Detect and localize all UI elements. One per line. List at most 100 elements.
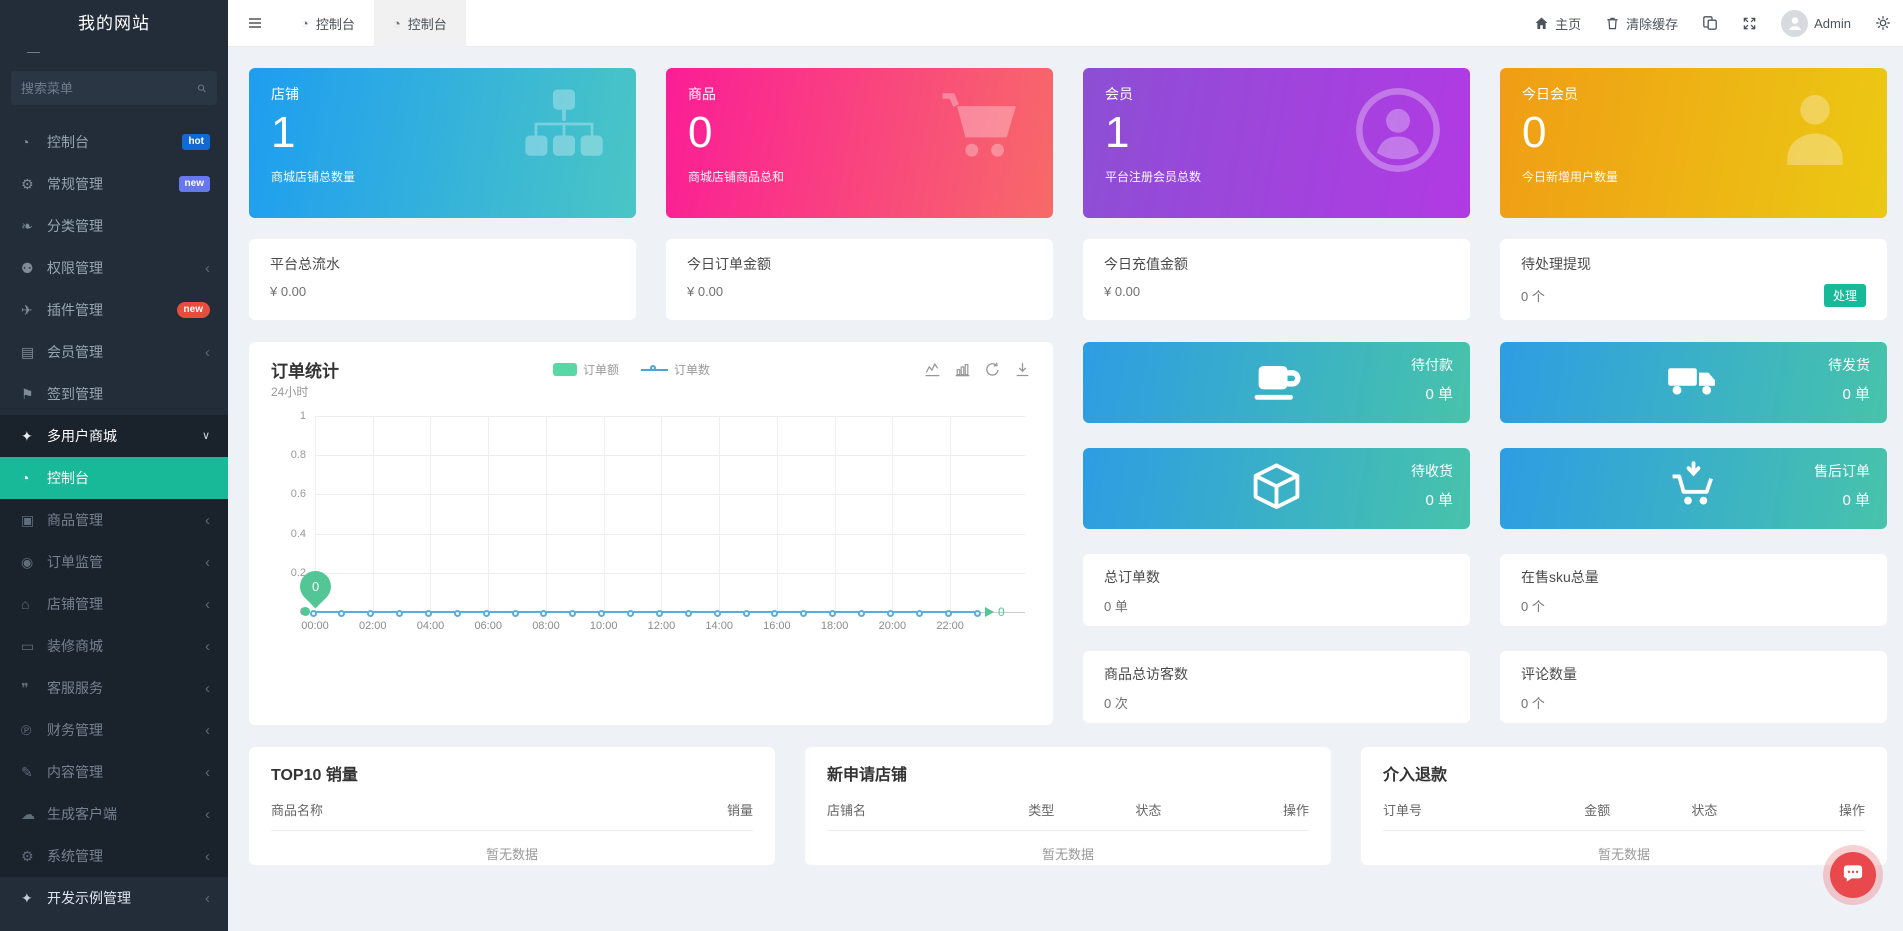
sidebar-item-checkin[interactable]: ⚑签到管理 bbox=[0, 373, 228, 415]
mini-card-value: 0 个 bbox=[1521, 596, 1866, 615]
menu-toggle-button[interactable] bbox=[228, 0, 282, 47]
right-stats-grid: 待付款0 单待发货0 单待收货0 单售后订单0 单总订单数0 单在售sku总量0… bbox=[1083, 342, 1887, 725]
stat-card-members[interactable]: 会员1平台注册会员总数 bbox=[1083, 68, 1470, 218]
sidebar-item-content[interactable]: ✎内容管理‹ bbox=[0, 751, 228, 793]
coffee-icon bbox=[1100, 397, 1453, 414]
sidebar-item-finance[interactable]: ℗财务管理‹ bbox=[0, 709, 228, 751]
sidebar-item-shop[interactable]: ⌂店铺管理‹ bbox=[0, 583, 228, 625]
sidebar-item-mall-console[interactable]: ◔控制台 bbox=[0, 457, 228, 499]
desktop-icon: ▭ bbox=[21, 638, 47, 655]
sidebar-item-general[interactable]: ⚙常规管理new bbox=[0, 163, 228, 205]
y-axis-label: 1 bbox=[300, 410, 306, 422]
money-card-value: ¥ 0.00 bbox=[270, 284, 306, 299]
money-card-title: 待处理提现 bbox=[1521, 254, 1866, 274]
table-column-header: 金额 bbox=[1544, 800, 1651, 819]
money-card-total-flow: 平台总流水¥ 0.00 bbox=[249, 239, 636, 320]
tab-console-2[interactable]: ◔ 控制台 bbox=[374, 0, 466, 47]
tab-label: 控制台 bbox=[408, 14, 447, 33]
money-card-value-row: 0 个处理 bbox=[1521, 284, 1866, 307]
sidebar-item-permission[interactable]: ⚉权限管理‹ bbox=[0, 247, 228, 289]
table-column-header: 商品名称 bbox=[271, 800, 512, 819]
translate-icon bbox=[1702, 15, 1718, 31]
sidebar-item-member[interactable]: ▤会员管理‹ bbox=[0, 331, 228, 373]
empty-placeholder: 暂无数据 bbox=[1383, 844, 1865, 863]
legend-order-amount[interactable]: 订单额 bbox=[553, 361, 619, 378]
sidebar-item-system[interactable]: ⚙系统管理‹ bbox=[0, 835, 228, 877]
list-icon: ▤ bbox=[21, 344, 47, 361]
chart-header: 订单统计 订单额 订单数 bbox=[271, 357, 1031, 382]
new-badge: new bbox=[179, 176, 210, 192]
money-card-value-row: ¥ 0.00 bbox=[270, 284, 615, 299]
sidebar-item-decorate[interactable]: ▭装修商城‹ bbox=[0, 625, 228, 667]
settings-button[interactable] bbox=[1875, 15, 1891, 31]
stat-card-shops[interactable]: 店铺1商城店铺总数量 bbox=[249, 68, 636, 218]
x-axis-label: 04:00 bbox=[408, 620, 452, 632]
x-axis-label: 12:00 bbox=[639, 620, 683, 632]
tab-console-1[interactable]: ◔ 控制台 bbox=[282, 0, 374, 47]
cloud-icon: ☁ bbox=[21, 806, 47, 823]
v-gridline bbox=[777, 416, 778, 612]
download-icon[interactable] bbox=[1014, 361, 1031, 378]
line-chart-icon[interactable] bbox=[924, 361, 941, 378]
sidebar-item-client[interactable]: ☁生成客户端‹ bbox=[0, 793, 228, 835]
chart-title: 订单统计 bbox=[271, 357, 339, 382]
dashboard-icon: ◔ bbox=[21, 134, 47, 150]
sidebar-item-dev-example[interactable]: ✦开发示例管理‹ bbox=[0, 877, 228, 919]
data-point bbox=[945, 610, 952, 617]
table-title: TOP10 销量 bbox=[271, 761, 753, 785]
home-link[interactable]: 主页 bbox=[1534, 14, 1581, 33]
data-point bbox=[425, 610, 432, 617]
sidebar-item-label: 签到管理 bbox=[47, 384, 210, 404]
admin-dashboard: { "app": { "title": "我的网站", "sidebar_das… bbox=[0, 0, 1903, 931]
sidebar-item-label: 系统管理 bbox=[47, 846, 205, 866]
sidebar-item-label: 装修商城 bbox=[47, 636, 205, 656]
money-card-value: ¥ 0.00 bbox=[687, 284, 723, 299]
v-gridline bbox=[430, 416, 431, 612]
sidebar-item-category[interactable]: ❧分类管理 bbox=[0, 205, 228, 247]
sidebar-item-label: 客服服务 bbox=[47, 678, 205, 698]
menu-search-input[interactable] bbox=[21, 81, 197, 96]
money-card-title: 今日充值金额 bbox=[1104, 254, 1449, 274]
table-title: 介入退款 bbox=[1383, 761, 1865, 785]
sidebar-item-label: 插件管理 bbox=[47, 300, 177, 320]
deal-badge[interactable]: 处理 bbox=[1824, 284, 1866, 307]
bar-chart-icon[interactable] bbox=[954, 361, 971, 378]
sidebar-item-service[interactable]: ❞客服服务‹ bbox=[0, 667, 228, 709]
mini-card-title: 总订单数 bbox=[1104, 567, 1449, 587]
sidebar-item-plugin[interactable]: ✈插件管理new bbox=[0, 289, 228, 331]
cart-return-icon bbox=[1517, 503, 1870, 520]
order-card-pending-receipt[interactable]: 待收货0 单 bbox=[1083, 448, 1470, 529]
v-gridline bbox=[892, 416, 893, 612]
trash-icon bbox=[1605, 16, 1620, 31]
v-gridline bbox=[546, 416, 547, 612]
data-point bbox=[916, 610, 923, 617]
legend-order-count[interactable]: 订单数 bbox=[641, 361, 710, 378]
table-card-new-shop-applications: 新申请店铺店铺名类型状态操作暂无数据 bbox=[805, 747, 1331, 865]
chat-button[interactable] bbox=[1830, 852, 1876, 898]
sidebar-item-console[interactable]: ◔控制台hot bbox=[0, 121, 228, 163]
empty-placeholder: 暂无数据 bbox=[271, 844, 753, 863]
sidebar-item-goods[interactable]: ▣商品管理‹ bbox=[0, 499, 228, 541]
sidebar-item-order-monitor[interactable]: ◉订单监管‹ bbox=[0, 541, 228, 583]
table-header-row: 订单号金额状态操作 bbox=[1383, 800, 1865, 831]
stat-card-today-members[interactable]: 今日会员0今日新增用户数量 bbox=[1500, 68, 1887, 218]
markline-end-value: 0 bbox=[998, 605, 1005, 619]
translate-button[interactable] bbox=[1702, 15, 1718, 31]
clear-cache-button[interactable]: 清除缓存 bbox=[1605, 14, 1678, 33]
empty-placeholder: 暂无数据 bbox=[827, 844, 1309, 863]
middle-section: 订单统计 订单额 订单数 bbox=[249, 342, 1887, 725]
refresh-icon[interactable] bbox=[984, 361, 1001, 378]
table-column-header: 状态 bbox=[1095, 800, 1202, 819]
sidebar-item-label: 订单监管 bbox=[47, 552, 205, 572]
order-card-after-sale[interactable]: 售后订单0 单 bbox=[1500, 448, 1887, 529]
order-card-pending-payment[interactable]: 待付款0 单 bbox=[1083, 342, 1470, 423]
cart-icon bbox=[935, 84, 1027, 176]
users-icon: ⚉ bbox=[21, 260, 47, 277]
order-card-pending-delivery[interactable]: 待发货0 单 bbox=[1500, 342, 1887, 423]
stat-card-goods[interactable]: 商品0商城店铺商品总和 bbox=[666, 68, 1053, 218]
mini-card-comments-count: 评论数量0 个 bbox=[1500, 651, 1887, 723]
sidebar-item-multi-mall[interactable]: ✦多用户商城∨ bbox=[0, 415, 228, 457]
fullscreen-button[interactable] bbox=[1742, 16, 1757, 31]
sidebar-item-label: 权限管理 bbox=[47, 258, 205, 278]
user-menu[interactable]: Admin bbox=[1781, 10, 1851, 37]
